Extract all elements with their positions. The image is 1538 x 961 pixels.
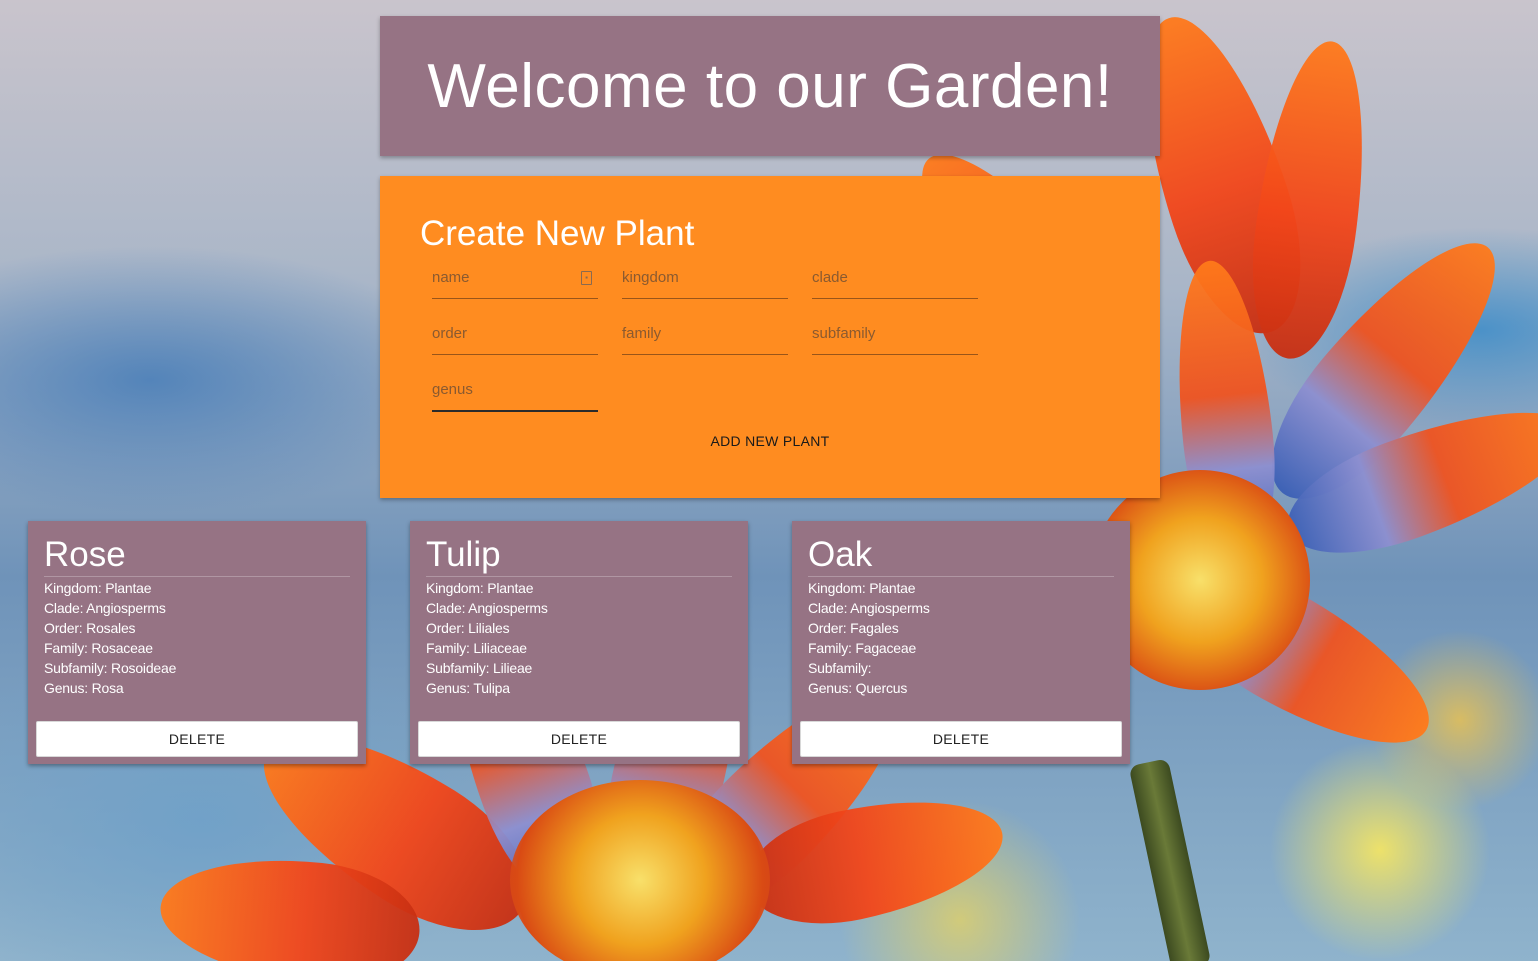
plant-name: Oak — [808, 535, 873, 574]
plant-genus: Genus: Quercus — [808, 680, 908, 696]
autofill-contact-icon[interactable]: ▪ — [581, 271, 592, 285]
add-new-plant-button[interactable]: ADD NEW PLANT — [690, 426, 850, 456]
plant-details: Kingdom: Plantae Clade: Angiosperms Orde… — [808, 578, 930, 698]
form-title: Create New Plant — [420, 214, 695, 253]
plant-kingdom: Kingdom: Plantae — [426, 580, 534, 596]
clade-field — [812, 258, 978, 299]
welcome-header: Welcome to our Garden! — [380, 16, 1160, 156]
plant-family: Family: Rosaceae — [44, 640, 153, 656]
plant-genus: Genus: Rosa — [44, 680, 124, 696]
plant-card: Rose Kingdom: Plantae Clade: Angiosperms… — [28, 521, 366, 764]
plant-family: Family: Fagaceae — [808, 640, 917, 656]
genus-input[interactable] — [432, 370, 598, 408]
plant-clade: Clade: Angiosperms — [426, 600, 548, 616]
divider — [808, 576, 1114, 577]
plant-clade: Clade: Angiosperms — [44, 600, 166, 616]
divider — [44, 576, 350, 577]
plant-genus: Genus: Tulipa — [426, 680, 510, 696]
delete-button[interactable]: DELETE — [36, 721, 358, 757]
order-field — [432, 314, 598, 355]
plant-clade: Clade: Angiosperms — [808, 600, 930, 616]
family-field — [622, 314, 788, 355]
flower-stem — [1128, 758, 1212, 961]
plant-order: Order: Fagales — [808, 620, 899, 636]
plant-family: Family: Liliaceae — [426, 640, 527, 656]
plant-card: Oak Kingdom: Plantae Clade: Angiosperms … — [792, 521, 1130, 764]
genus-field — [432, 370, 598, 412]
clade-input[interactable] — [812, 258, 978, 296]
plant-order: Order: Liliales — [426, 620, 510, 636]
name-input[interactable] — [432, 258, 598, 296]
page-title: Welcome to our Garden! — [427, 51, 1113, 121]
plant-kingdom: Kingdom: Plantae — [808, 580, 916, 596]
plant-details: Kingdom: Plantae Clade: Angiosperms Orde… — [426, 578, 548, 698]
kingdom-field — [622, 258, 788, 299]
subfamily-field — [812, 314, 978, 355]
delete-button[interactable]: DELETE — [418, 721, 740, 757]
create-plant-form: Create New Plant ▪ ADD NEW PLANT — [380, 176, 1160, 498]
plant-subfamily: Subfamily: — [808, 660, 872, 676]
subfamily-input[interactable] — [812, 314, 978, 352]
delete-button[interactable]: DELETE — [800, 721, 1122, 757]
plant-card: Tulip Kingdom: Plantae Clade: Angiosperm… — [410, 521, 748, 764]
plant-details: Kingdom: Plantae Clade: Angiosperms Orde… — [44, 578, 176, 698]
divider — [426, 576, 732, 577]
kingdom-input[interactable] — [622, 258, 788, 296]
family-input[interactable] — [622, 314, 788, 352]
plant-name: Rose — [44, 535, 126, 574]
order-input[interactable] — [432, 314, 598, 352]
name-field: ▪ — [432, 258, 598, 299]
plant-kingdom: Kingdom: Plantae — [44, 580, 152, 596]
plant-name: Tulip — [426, 535, 501, 574]
plant-subfamily: Subfamily: Lilieae — [426, 660, 533, 676]
plant-order: Order: Rosales — [44, 620, 136, 636]
plant-subfamily: Subfamily: Rosoideae — [44, 660, 177, 676]
